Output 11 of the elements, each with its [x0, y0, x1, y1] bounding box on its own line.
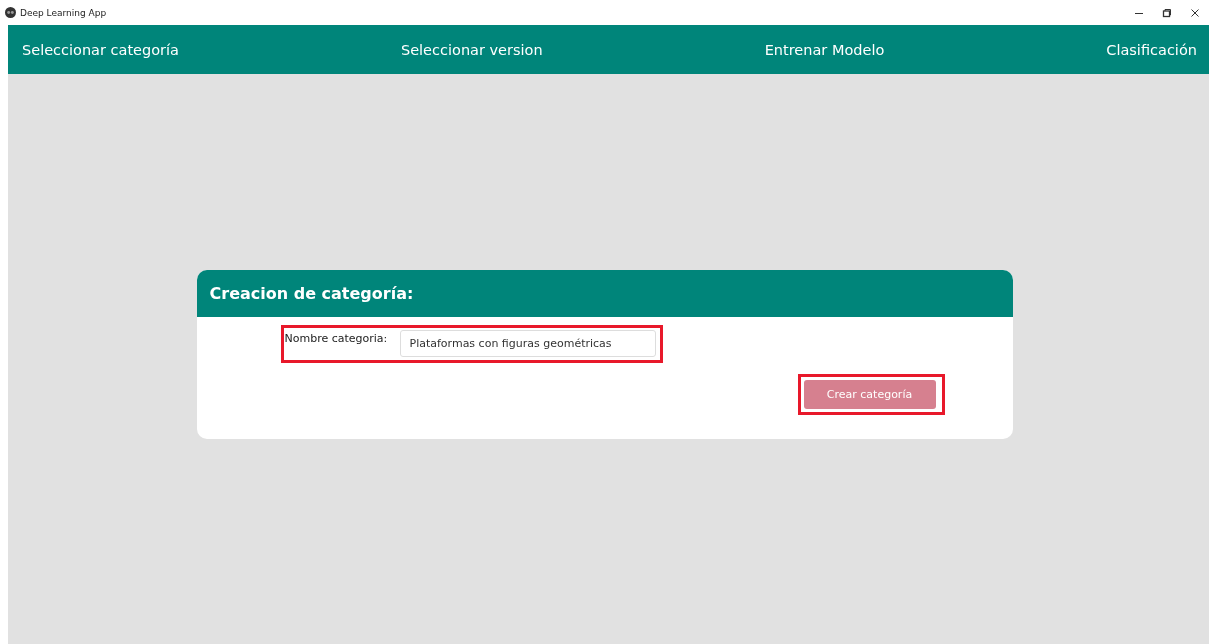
nav-tab[interactable]: Clasificación [1106, 41, 1197, 58]
input-field[interactable]: Plataformas con figuras geométricas [399, 330, 656, 357]
app-icon [5, 7, 16, 18]
card-title: Creacion de categoría: [209, 284, 414, 303]
nav-tab[interactable]: Entrenar Modelo [764, 41, 885, 58]
window-title: Deep Learning App [20, 7, 108, 18]
nav-tab[interactable]: Seleccionar categoría [22, 41, 179, 58]
nav-tab[interactable]: Seleccionar version [400, 41, 543, 58]
restore-icon[interactable] [1162, 7, 1172, 18]
close-icon[interactable] [1190, 7, 1200, 18]
field-label: Nombre categoria: [284, 332, 389, 345]
